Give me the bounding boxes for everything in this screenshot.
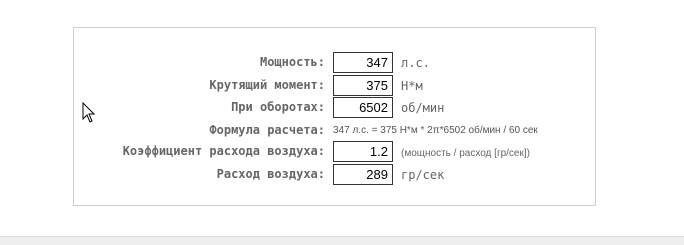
torque-row: Крутящий момент: 375 Н*м bbox=[74, 75, 595, 96]
torque-input[interactable]: 375 bbox=[333, 75, 393, 96]
air-flow-row: Расход воздуха: 289 гр/сек bbox=[74, 164, 595, 185]
air-coefficient-input[interactable]: 1.2 bbox=[333, 141, 393, 162]
power-input[interactable]: 347 bbox=[333, 52, 393, 73]
air-flow-unit: гр/сек bbox=[401, 168, 445, 182]
air-flow-input[interactable]: 289 bbox=[333, 164, 393, 185]
air-coefficient-row: Коэффициент расхода воздуха: 1.2 (мощнос… bbox=[74, 141, 595, 162]
power-calculator-panel: Мощность: 347 л.с. Крутящий момент: 375 … bbox=[73, 27, 596, 206]
formula-row: Формула расчета: 347 л.с. = 375 Н*м * 2π… bbox=[74, 120, 595, 140]
power-row: Мощность: 347 л.с. bbox=[74, 52, 595, 73]
rpm-row: При оборотах: 6502 об/мин bbox=[74, 97, 595, 118]
air-flow-label: Расход воздуха: bbox=[216, 167, 325, 181]
air-coefficient-label: Коэффициент расхода воздуха: bbox=[122, 144, 325, 158]
torque-label: Крутящий момент: bbox=[209, 78, 325, 92]
rpm-unit: об/мин bbox=[401, 101, 445, 115]
formula-text: 347 л.с. = 375 Н*м * 2π*6502 об/мин / 60… bbox=[333, 125, 538, 136]
rpm-label: При оборотах: bbox=[231, 100, 325, 114]
air-coefficient-unit: (мощность / расход [гр/сек]) bbox=[401, 148, 530, 159]
power-unit: л.с. bbox=[401, 56, 430, 70]
mouse-pointer-icon bbox=[82, 101, 96, 124]
rpm-input[interactable]: 6502 bbox=[333, 97, 393, 118]
bottom-strip bbox=[0, 236, 684, 245]
power-label: Мощность: bbox=[259, 55, 325, 69]
formula-label: Формула расчета: bbox=[209, 123, 325, 137]
torque-unit: Н*м bbox=[401, 79, 423, 93]
